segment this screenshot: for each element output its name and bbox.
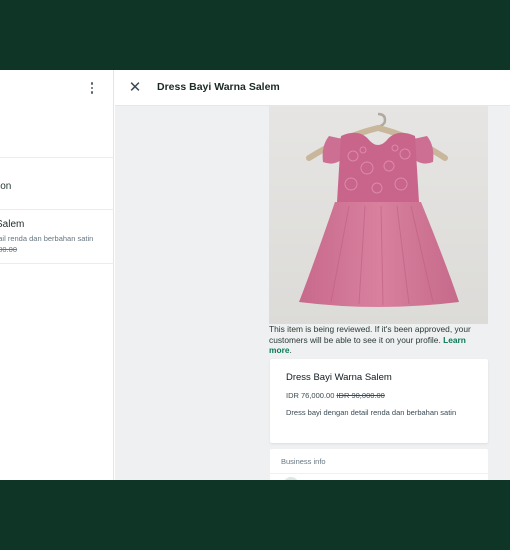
notice-period: . xyxy=(289,345,292,355)
catalog-list-panel: ion Salem etail renda dan berbahan satin… xyxy=(0,70,114,480)
product-image[interactable] xyxy=(269,106,488,324)
product-list-description: etail renda dan berbahan satin xyxy=(0,234,94,243)
list-item-label: ion xyxy=(0,181,12,192)
avatar xyxy=(283,477,299,480)
review-notice: This item is being reviewed. If it's bee… xyxy=(269,324,488,356)
close-icon[interactable]: ✕ xyxy=(127,80,143,96)
page-title: Dress Bayi Warna Salem xyxy=(157,81,280,93)
review-notice-text: This item is being reviewed. If it's bee… xyxy=(269,324,471,345)
product-name: Dress Bayi Warna Salem xyxy=(286,372,392,383)
product-detail-panel: ✕ Dress Bayi Warna Salem This item is be… xyxy=(115,70,510,480)
business-info-card: Business info xyxy=(270,449,488,480)
business-info-label: Business info xyxy=(281,457,326,466)
divider xyxy=(270,473,488,474)
product-price: IDR 76,000.00 IDR 90,000.00 xyxy=(286,391,385,400)
product-info-card: Dress Bayi Warna Salem IDR 76,000.00 IDR… xyxy=(270,359,488,443)
product-description: Dress bayi dengan detail renda dan berba… xyxy=(286,408,457,417)
old-price: IDR 90,000.00 xyxy=(336,391,385,400)
catalog-list-item[interactable]: ion xyxy=(0,157,114,210)
detail-header: ✕ Dress Bayi Warna Salem xyxy=(115,70,510,106)
current-price: IDR 76,000.00 xyxy=(286,391,335,400)
more-options-icon[interactable] xyxy=(84,78,100,98)
dress-photo xyxy=(269,106,488,324)
product-list-item[interactable]: Salem etail renda dan berbahan satin ,00… xyxy=(0,210,114,264)
product-list-old-price: ,000.00 xyxy=(0,245,18,254)
product-list-title: Salem xyxy=(0,219,25,230)
whatsapp-business-window: ion Salem etail renda dan berbahan satin… xyxy=(0,70,510,480)
